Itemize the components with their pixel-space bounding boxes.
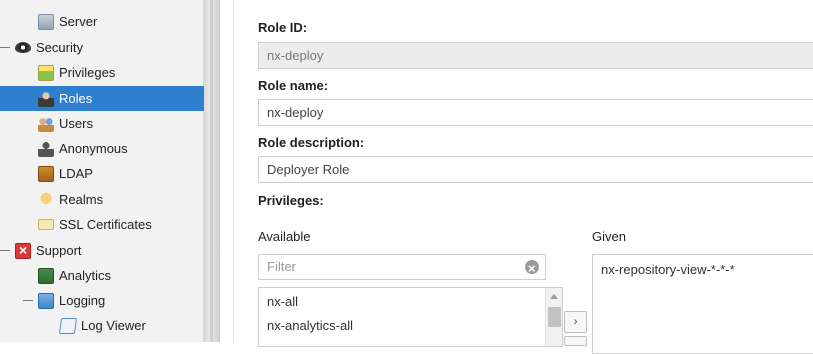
privileges-label: Privileges:: [258, 193, 324, 208]
role-id-field: nx-deploy: [258, 42, 813, 69]
sidebar-item-label: Analytics: [59, 268, 112, 283]
roles-icon: [38, 90, 54, 107]
list-item[interactable]: nx-analytics-all: [267, 318, 353, 333]
panel-splitter[interactable]: [204, 0, 220, 342]
support-icon: [15, 242, 31, 259]
sidebar-item-label: Support: [36, 243, 82, 258]
sidebar-item-privileges[interactable]: Privileges: [0, 60, 204, 85]
sidebar-item-analytics[interactable]: Analytics: [0, 263, 204, 288]
log-viewer-icon: [58, 317, 78, 334]
scroll-thumb[interactable]: [548, 307, 561, 327]
ssl-certificates-icon: [38, 219, 54, 230]
list-item[interactable]: nx-all: [267, 294, 298, 309]
role-editor-panel: Role ID: nx-deploy Role name: nx-deploy …: [221, 0, 813, 354]
list-scrollbar[interactable]: [545, 288, 562, 346]
sidebar-item-label: Privileges: [59, 65, 116, 80]
users-icon: [38, 115, 54, 132]
analytics-icon: [38, 267, 54, 284]
available-privileges-list[interactable]: nx-all nx-analytics-all: [258, 287, 563, 347]
filter-input[interactable]: Filter: [258, 254, 546, 281]
sidebar-item-label: Security: [36, 40, 83, 55]
sidebar-item-server[interactable]: Server: [0, 9, 204, 34]
role-name-field[interactable]: nx-deploy: [258, 99, 813, 126]
add-privilege-button[interactable]: ›: [564, 311, 587, 333]
anonymous-icon: [38, 140, 54, 157]
privileges-icon: [38, 64, 54, 81]
list-item[interactable]: nx-repository-view-*-*-*: [601, 262, 735, 277]
tree-collapse-line[interactable]: [23, 300, 33, 301]
sidebar-item-ssl-certificates[interactable]: SSL Certificates: [0, 212, 204, 237]
role-description-field[interactable]: Deployer Role: [258, 156, 813, 183]
sidebar-item-label: Log Viewer: [81, 318, 146, 333]
sidebar-item-security[interactable]: Security: [0, 35, 204, 60]
sidebar-item-realms[interactable]: Realms: [0, 187, 204, 212]
sidebar-item-label: Realms: [59, 192, 104, 207]
role-id-label: Role ID:: [258, 20, 308, 35]
sidebar-tree: Server Security Privileges Roles Users A…: [0, 0, 204, 342]
sidebar-item-anonymous[interactable]: Anonymous: [0, 136, 204, 161]
sidebar-item-label: Roles: [59, 91, 93, 106]
role-form: Role ID: nx-deploy Role name: nx-deploy …: [233, 0, 813, 354]
sidebar-item-label: Users: [59, 116, 93, 131]
realms-icon: [38, 191, 54, 208]
sidebar-item-label: Logging: [59, 293, 106, 308]
sidebar-item-logging[interactable]: Logging: [0, 288, 204, 313]
server-icon: [38, 13, 54, 30]
sidebar-item-label: LDAP: [59, 166, 93, 181]
filter-placeholder: Filter: [267, 259, 296, 274]
sidebar-item-label: Anonymous: [59, 141, 128, 156]
tree-collapse-line[interactable]: [0, 47, 10, 48]
given-privileges-list[interactable]: nx-repository-view-*-*-*: [592, 254, 813, 354]
sidebar-item-log-viewer[interactable]: Log Viewer: [0, 313, 204, 338]
remove-privilege-button[interactable]: [564, 336, 587, 346]
logging-icon: [38, 292, 54, 309]
ldap-icon: [38, 165, 54, 182]
sidebar-item-label: Server: [59, 14, 98, 29]
scroll-up-arrow-icon[interactable]: [550, 294, 558, 299]
sidebar-item-roles[interactable]: Roles: [0, 86, 204, 111]
role-description-label: Role description:: [258, 135, 365, 150]
sidebar-item-support[interactable]: Support: [0, 238, 204, 263]
role-name-label: Role name:: [258, 78, 329, 93]
tree-collapse-line[interactable]: [0, 250, 10, 251]
sidebar-item-users[interactable]: Users: [0, 111, 204, 136]
clear-filter-icon[interactable]: [525, 257, 539, 281]
sidebar-item-label: SSL Certificates: [59, 217, 152, 232]
sidebar-item-ldap[interactable]: LDAP: [0, 161, 204, 186]
available-label: Available: [258, 229, 311, 244]
given-label: Given: [592, 229, 626, 244]
security-icon: [15, 42, 31, 53]
